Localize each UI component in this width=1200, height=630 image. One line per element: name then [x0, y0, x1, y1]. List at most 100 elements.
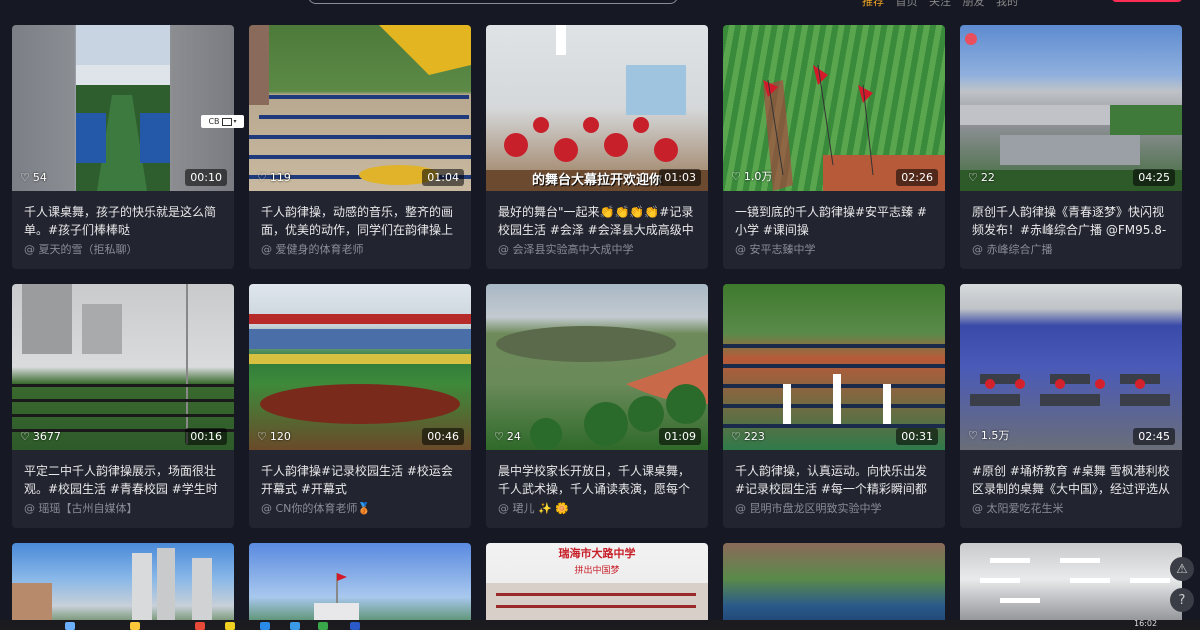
video-author[interactable]: @ 太阳爱吃花生米 — [972, 500, 1172, 516]
video-title[interactable]: 千人韵律操#记录校园生活 #校运会开幕式 #开幕式 — [261, 462, 461, 498]
video-duration: 02:45 — [1133, 428, 1175, 445]
heart-icon: ♡ — [731, 430, 741, 443]
video-title[interactable]: 平定二中千人韵律操展示，场面很壮观。#校园生活 #青春校园 #学生时代 — [24, 462, 224, 498]
video-duration: 02:26 — [896, 169, 938, 186]
likes-count: ♡ 22 — [968, 171, 995, 184]
nav-item-follow[interactable]: 关注 — [929, 0, 951, 8]
video-thumbnail: ♡ 24 01:09 — [486, 284, 708, 450]
video-author[interactable]: @ 安平志臻中学 — [735, 241, 935, 257]
heart-icon: ♡ — [968, 171, 978, 184]
video-title[interactable]: 千人课桌舞，孩子的快乐就是这么简单。#孩子们棒棒哒 — [24, 203, 224, 239]
nav-item-recommend[interactable]: 推荐 — [862, 0, 884, 8]
video-thumbnail: ♡ 223 00:31 — [723, 284, 945, 450]
video-author[interactable]: @ 会泽县实验高中大成中学 — [498, 241, 698, 257]
help-icon: ? — [1178, 592, 1186, 608]
video-thumbnail: ♡ 3677 00:16 — [12, 284, 234, 450]
heart-icon: ♡ — [257, 171, 267, 184]
nav-item-friends[interactable]: 朋友 — [963, 0, 985, 8]
caption-icon — [221, 117, 232, 126]
video-duration: 04:25 — [1133, 169, 1175, 186]
video-title[interactable]: 千人韵律操，动感的音乐，整齐的画面，优美的动作，同学们在韵律操上尽情地… — [261, 203, 461, 239]
video-card[interactable] — [960, 543, 1182, 630]
caption-toggle-button[interactable]: CB ▾ — [201, 115, 244, 128]
video-author[interactable]: @ 昆明市盘龙区明致实验中学 — [735, 500, 935, 516]
video-card[interactable]: ♡ 54 00:10 千人课桌舞，孩子的快乐就是这么简单。#孩子们棒棒哒 @ 夏天… — [12, 25, 234, 269]
video-duration: 01:09 — [659, 428, 701, 445]
upload-button[interactable] — [1112, 0, 1182, 2]
video-card[interactable]: 瑞海市大路中学 拼出中国梦 — [486, 543, 708, 630]
video-thumbnail: ♡ 119 01:04 — [249, 25, 471, 191]
top-bar: 推荐 首页 关注 朋友 我的 — [0, 0, 1200, 10]
video-card[interactable]: ♡ 1.5万 02:45 #原创 #埇桥教育 #桌舞 雪枫港利校区录制的桌舞《大中… — [960, 284, 1182, 528]
video-author[interactable]: @ 珺儿 ✨ 🌼 — [498, 500, 698, 516]
nav-item-mine[interactable]: 我的 — [996, 0, 1018, 8]
video-duration: 01:04 — [422, 169, 464, 186]
video-title[interactable]: 晨中学校家长开放日，千人课桌舞，千人武术操，千人诵读表演，愿每个孩子都… — [498, 462, 698, 498]
heart-icon: ♡ — [20, 430, 30, 443]
heart-icon: ♡ — [731, 169, 741, 183]
video-thumbnail: ♡ 120 00:46 — [249, 284, 471, 450]
video-card[interactable]: ♡ 24 01:09 晨中学校家长开放日，千人课桌舞，千人武术操，千人诵读表演，愿… — [486, 284, 708, 528]
video-author[interactable]: @ 夏天的雪（拒私聊） — [24, 241, 224, 257]
video-duration: 01:03 — [659, 169, 701, 186]
help-button[interactable]: ? — [1170, 588, 1194, 612]
heart-icon: ♡ — [968, 428, 978, 442]
likes-count: ♡ 120 — [257, 430, 291, 443]
os-taskbar — [0, 620, 1200, 630]
video-duration: 00:10 — [185, 169, 227, 186]
likes-count: ♡ 54 — [20, 171, 47, 184]
video-author[interactable]: @ 赤峰综合广播 — [972, 241, 1172, 257]
app-icon[interactable] — [350, 622, 360, 630]
video-title[interactable]: 最好的舞台"一起来👏👏👏👏#记录校园生活 #会泽 #会泽县大成高级中学 #大… — [498, 203, 698, 239]
likes-count: ♡ 119 — [257, 171, 291, 184]
video-thumbnail: ♡ 54 00:10 — [12, 25, 234, 191]
likes-count: ♡ 3677 — [20, 430, 61, 443]
video-card[interactable] — [12, 543, 234, 630]
chevron-down-icon: ▾ — [233, 118, 237, 125]
search-input[interactable] — [308, 0, 678, 4]
video-title[interactable]: #原创 #埇桥教育 #桌舞 雪枫港利校区录制的桌舞《大中国》，经过评选从一百… — [972, 462, 1172, 498]
video-row-partial: 瑞海市大路中学 拼出中国梦 — [12, 543, 1192, 630]
video-card[interactable]: ♡ 119 01:04 千人韵律操，动感的音乐，整齐的画面，优美的动作，同学们在韵… — [249, 25, 471, 269]
likes-count: ♡ 223 — [731, 430, 765, 443]
video-duration: 00:16 — [185, 428, 227, 445]
app-icon[interactable] — [225, 622, 235, 630]
video-card[interactable] — [723, 543, 945, 630]
video-thumbnail: ♡ 22 04:25 — [960, 25, 1182, 191]
video-card[interactable]: ♡ 120 00:46 千人韵律操#记录校园生活 #校运会开幕式 #开幕式 @ C… — [249, 284, 471, 528]
video-author[interactable]: @ CN你的体育老师🥉 — [261, 500, 461, 516]
taskbar-clock: 16:02 — [1134, 619, 1158, 628]
video-duration: 00:46 — [422, 428, 464, 445]
app-icon[interactable] — [290, 622, 300, 630]
browser-icon[interactable] — [260, 622, 270, 630]
app-icon[interactable] — [65, 622, 75, 630]
video-card[interactable]: ♡ 1.0万 02:26 一镜到底的千人韵律操#安平志臻 #小学 #课间操 @ 安… — [723, 25, 945, 269]
video-card[interactable]: ♡ 3677 00:16 平定二中千人韵律操展示，场面很壮观。#校园生活 #青春校… — [12, 284, 234, 528]
video-title[interactable]: 原创千人韵律操《青春逐梦》快闪视频发布！#赤峰综合广播 @FM95.8-贾落 — [972, 203, 1172, 239]
scroll-top-button[interactable]: ⚠ — [1170, 557, 1194, 581]
warning-icon: ⚠ — [1176, 561, 1188, 577]
video-thumbnail: 的舞台大幕拉开欢迎你 01:03 — [486, 25, 708, 191]
video-title[interactable]: 千人韵律操，认真运动。向快乐出发#记录校园生活 #每一个精彩瞬间都值得记录 … — [735, 462, 935, 498]
video-author[interactable]: @ 爱健身的体育老师 — [261, 241, 461, 257]
top-nav: 推荐 首页 关注 朋友 我的 — [862, 0, 1026, 9]
video-card[interactable]: ♡ 223 00:31 千人韵律操，认真运动。向快乐出发#记录校园生活 #每一个精… — [723, 284, 945, 528]
chat-icon[interactable] — [318, 622, 328, 630]
heart-icon: ♡ — [257, 430, 267, 443]
video-author[interactable]: @ 瑶瑶【古州自媒体】 — [24, 500, 224, 516]
video-grid: ♡ 54 00:10 千人课桌舞，孩子的快乐就是这么简单。#孩子们棒棒哒 @ 夏天… — [12, 25, 1182, 528]
likes-count: ♡ 24 — [494, 430, 521, 443]
folder-icon[interactable] — [130, 622, 140, 630]
badge-icon — [965, 33, 977, 45]
video-thumbnail: ♡ 1.5万 02:45 — [960, 284, 1182, 450]
video-card[interactable] — [249, 543, 471, 630]
app-icon[interactable] — [195, 622, 205, 630]
video-card[interactable]: 的舞台大幕拉开欢迎你 01:03 最好的舞台"一起来👏👏👏👏#记录校园生活 #会… — [486, 25, 708, 269]
video-duration: 00:31 — [896, 428, 938, 445]
video-card[interactable]: ♡ 22 04:25 原创千人韵律操《青春逐梦》快闪视频发布！#赤峰综合广播 @F… — [960, 25, 1182, 269]
likes-count: ♡ 1.0万 — [731, 169, 773, 184]
video-title[interactable]: 一镜到底的千人韵律操#安平志臻 #小学 #课间操 — [735, 203, 935, 239]
heart-icon: ♡ — [20, 171, 30, 184]
video-thumbnail: ♡ 1.0万 02:26 — [723, 25, 945, 191]
nav-item-home[interactable]: 首页 — [896, 0, 918, 8]
